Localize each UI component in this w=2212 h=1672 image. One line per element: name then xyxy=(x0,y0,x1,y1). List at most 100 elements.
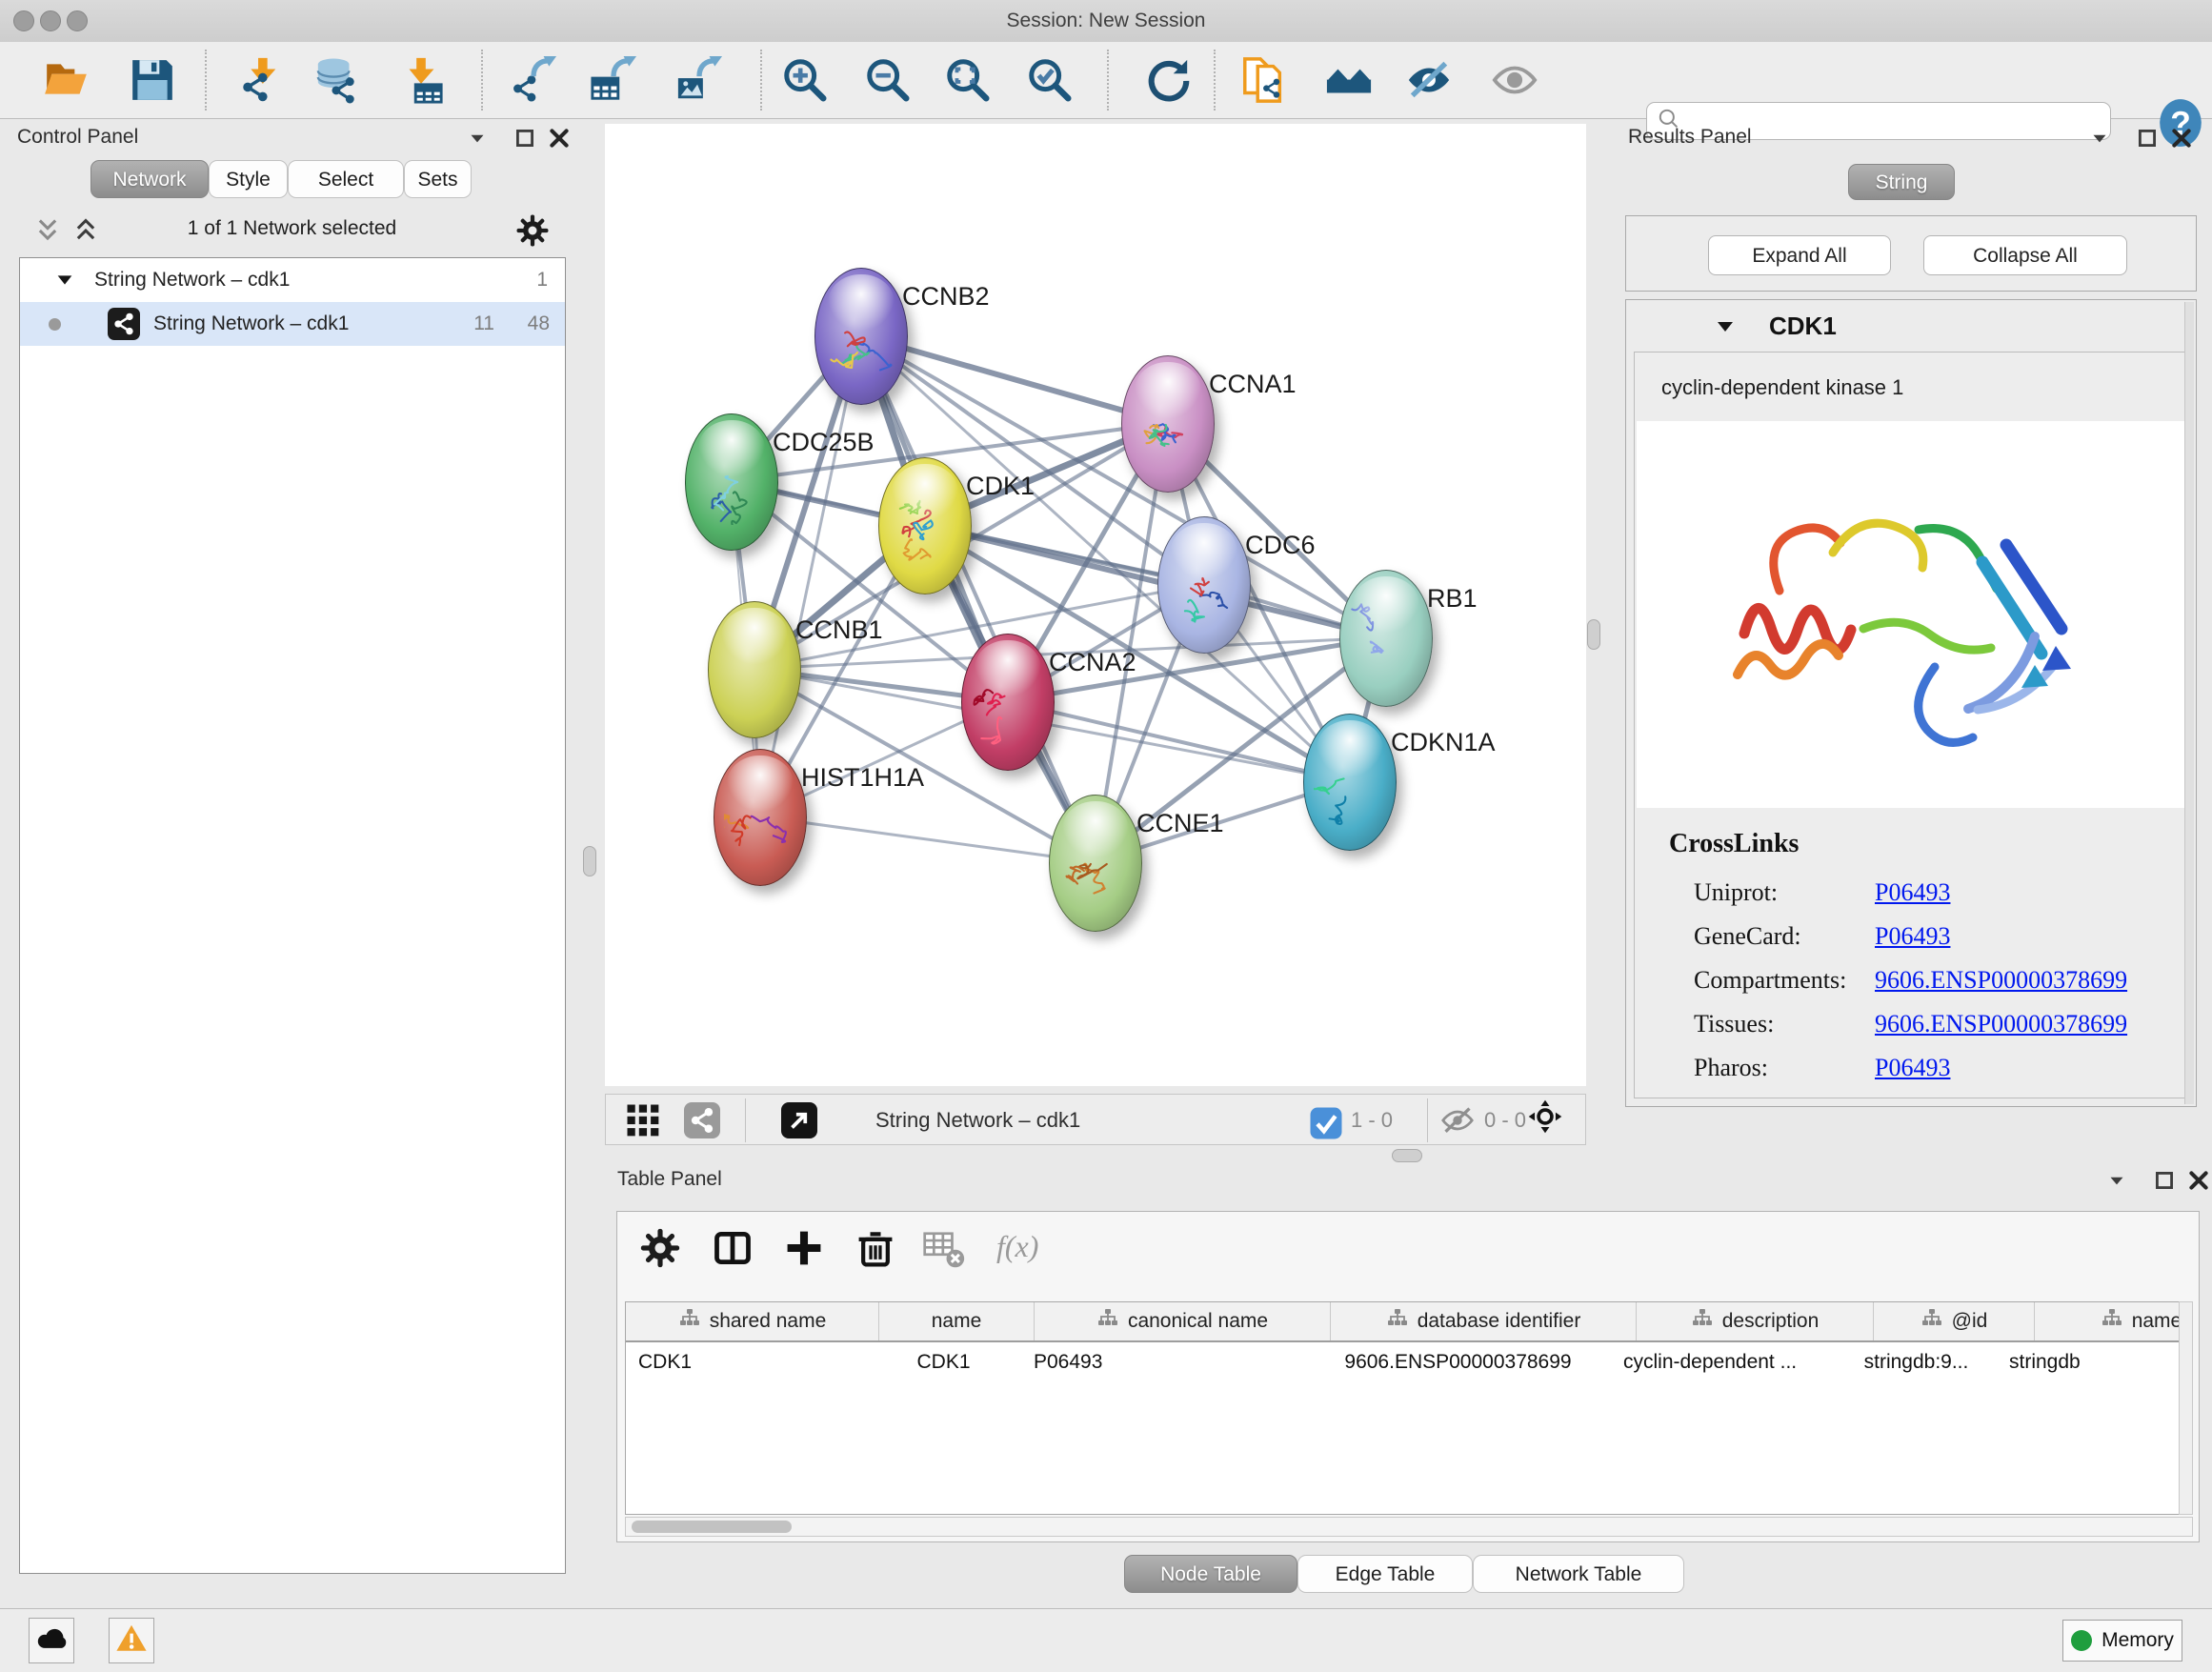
column-header-description[interactable]: description xyxy=(1636,1302,1873,1340)
tab-node-table[interactable]: Node Table xyxy=(1124,1555,1297,1593)
cell-canonical-name[interactable]: P06493 xyxy=(1021,1342,1305,1382)
left-splitter-handle[interactable] xyxy=(583,846,596,876)
table-options-gear-icon[interactable] xyxy=(639,1227,681,1269)
tab-style[interactable]: Style xyxy=(209,160,288,198)
cell-namespace[interactable]: stringdb xyxy=(1997,1342,2193,1382)
table-horizontal-scrollbar[interactable] xyxy=(625,1517,2193,1537)
node-CCNA2[interactable] xyxy=(961,634,1055,771)
string-document-button[interactable] xyxy=(1237,54,1289,106)
network-options-gear-icon[interactable] xyxy=(515,213,550,248)
string-style-badge-icon[interactable] xyxy=(684,1102,720,1138)
network-list: String Network – cdk1 1 String Network –… xyxy=(19,257,566,1574)
fit-content-crosshair-icon[interactable] xyxy=(1528,1099,1570,1141)
node-CDC25B[interactable] xyxy=(685,413,778,551)
node-CCNA1[interactable] xyxy=(1121,355,1215,493)
column-header-database-identifier[interactable]: database identifier xyxy=(1330,1302,1636,1340)
zoom-in-button[interactable] xyxy=(779,54,831,106)
cell-@id[interactable]: stringdb:9... xyxy=(1836,1342,1997,1382)
column-header-name[interactable]: name xyxy=(878,1302,1034,1340)
create-column-plus-icon[interactable] xyxy=(783,1227,825,1269)
tab-network[interactable]: Network xyxy=(90,160,209,198)
home-button[interactable] xyxy=(1323,54,1375,106)
show-all-button[interactable] xyxy=(1489,54,1540,106)
edge[interactable] xyxy=(924,525,1385,637)
node-table[interactable]: shared namenamecanonical namedatabase id… xyxy=(625,1301,2193,1515)
zoom-fit-button[interactable] xyxy=(942,54,994,106)
column-header-canonical-name[interactable]: canonical name xyxy=(1034,1302,1330,1340)
column-header-@id[interactable]: @id xyxy=(1873,1302,2034,1340)
crosslink-link[interactable]: P06493 xyxy=(1875,1054,1950,1082)
cell-name[interactable]: CDK1 xyxy=(866,1342,1021,1382)
column-header-namespace[interactable]: namespace xyxy=(2034,1302,2193,1340)
node-CDC6[interactable] xyxy=(1157,516,1251,654)
column-header-shared-name[interactable]: shared name xyxy=(626,1302,878,1340)
node-CCNE1[interactable] xyxy=(1049,795,1142,932)
export-network-button[interactable] xyxy=(508,54,559,106)
crosslink-link[interactable]: P06493 xyxy=(1875,878,1950,907)
control-panel-float-icon[interactable] xyxy=(513,126,537,151)
warnings-button[interactable] xyxy=(109,1618,154,1663)
cell-description[interactable]: cyclin-dependent ... xyxy=(1611,1342,1836,1382)
table-panel-float-icon[interactable] xyxy=(2152,1168,2177,1193)
import-network-file-button[interactable] xyxy=(233,54,285,106)
cloud-button[interactable] xyxy=(29,1618,74,1663)
memory-button[interactable]: Memory xyxy=(2062,1620,2182,1662)
network-row-selected[interactable]: String Network – cdk1 11 48 xyxy=(20,302,565,346)
export-table-button[interactable] xyxy=(588,54,639,106)
protein-collapse-icon[interactable] xyxy=(1714,315,1737,338)
table-panel-close-icon[interactable] xyxy=(2186,1168,2211,1193)
table-vertical-scrollbar[interactable] xyxy=(2179,1301,2193,1515)
export-image-button[interactable] xyxy=(674,54,725,106)
tab-sets[interactable]: Sets xyxy=(404,160,472,198)
node-RB1[interactable] xyxy=(1339,570,1433,707)
tab-edge-table[interactable]: Edge Table xyxy=(1297,1555,1473,1593)
selected-checkbox-icon[interactable] xyxy=(1309,1106,1337,1135)
import-network-database-button[interactable] xyxy=(312,54,363,106)
edge[interactable] xyxy=(759,816,1095,862)
crosslink-link[interactable]: P06493 xyxy=(1875,922,1950,951)
tab-network-table[interactable]: Network Table xyxy=(1473,1555,1684,1593)
table-panel-menu-caret-icon[interactable] xyxy=(2104,1168,2129,1193)
bottom-splitter-handle[interactable] xyxy=(1392,1149,1422,1162)
zoom-selected-button[interactable] xyxy=(1024,54,1076,106)
right-splitter-handle[interactable] xyxy=(1587,619,1600,650)
node-CDK1[interactable] xyxy=(878,457,972,594)
collection-collapse-icon[interactable] xyxy=(54,270,75,291)
edge[interactable] xyxy=(759,335,860,816)
delete-column-trash-icon[interactable] xyxy=(855,1227,896,1269)
cell-shared-name[interactable]: CDK1 xyxy=(626,1342,866,1382)
hide-selected-button[interactable] xyxy=(1403,54,1455,106)
crosslink-link[interactable]: 9606.ENSP00000378699 xyxy=(1875,966,2127,995)
network-canvas[interactable]: CCNB2CCNA1CDC25BCDK1CDC6RB1CCNB1CCNA2CDK… xyxy=(605,124,1586,1086)
show-columns-icon[interactable] xyxy=(712,1227,754,1269)
open-in-browser-icon[interactable] xyxy=(781,1102,817,1138)
results-scrollbar[interactable] xyxy=(2184,302,2194,1104)
node-CCNB1[interactable] xyxy=(708,601,801,738)
open-session-button[interactable] xyxy=(41,54,92,106)
node-CDKN1A[interactable] xyxy=(1303,714,1397,851)
birds-eye-view-icon[interactable] xyxy=(626,1103,660,1138)
results-panel-menu-caret-icon[interactable] xyxy=(2087,126,2112,151)
zoom-out-button[interactable] xyxy=(862,54,914,106)
save-session-button[interactable] xyxy=(127,54,178,106)
collapse-all-button[interactable]: Collapse All xyxy=(1923,235,2127,275)
expand-all-button[interactable]: Expand All xyxy=(1708,235,1891,275)
node-HIST1H1A[interactable] xyxy=(714,749,807,886)
scrollbar-thumb[interactable] xyxy=(632,1521,792,1533)
tab-string[interactable]: String xyxy=(1848,164,1955,200)
cell-database-identifier[interactable]: 9606.ENSP00000378699 xyxy=(1305,1342,1611,1382)
import-table-button[interactable] xyxy=(395,54,447,106)
control-panel-menu-caret-icon[interactable] xyxy=(465,126,490,151)
results-panel-close-icon[interactable] xyxy=(2169,126,2194,151)
refresh-button[interactable] xyxy=(1142,54,1194,106)
node-CCNB2[interactable] xyxy=(814,268,908,405)
table-row[interactable]: CDK1CDK1P064939606.ENSP00000378699cyclin… xyxy=(626,1342,2193,1382)
results-panel-float-icon[interactable] xyxy=(2135,126,2160,151)
network-collection-row[interactable]: String Network – cdk1 1 xyxy=(20,258,565,302)
crosslink-link[interactable]: 9606.ENSP00000378699 xyxy=(1875,1010,2127,1038)
hidden-eye-slash-icon[interactable] xyxy=(1440,1103,1475,1138)
table-panel-title: Table Panel xyxy=(617,1168,722,1191)
control-panel-close-icon[interactable] xyxy=(547,126,572,151)
tab-select[interactable]: Select xyxy=(288,160,404,198)
crosslink-row: Tissues:9606.ENSP00000378699 xyxy=(1635,1010,2187,1054)
